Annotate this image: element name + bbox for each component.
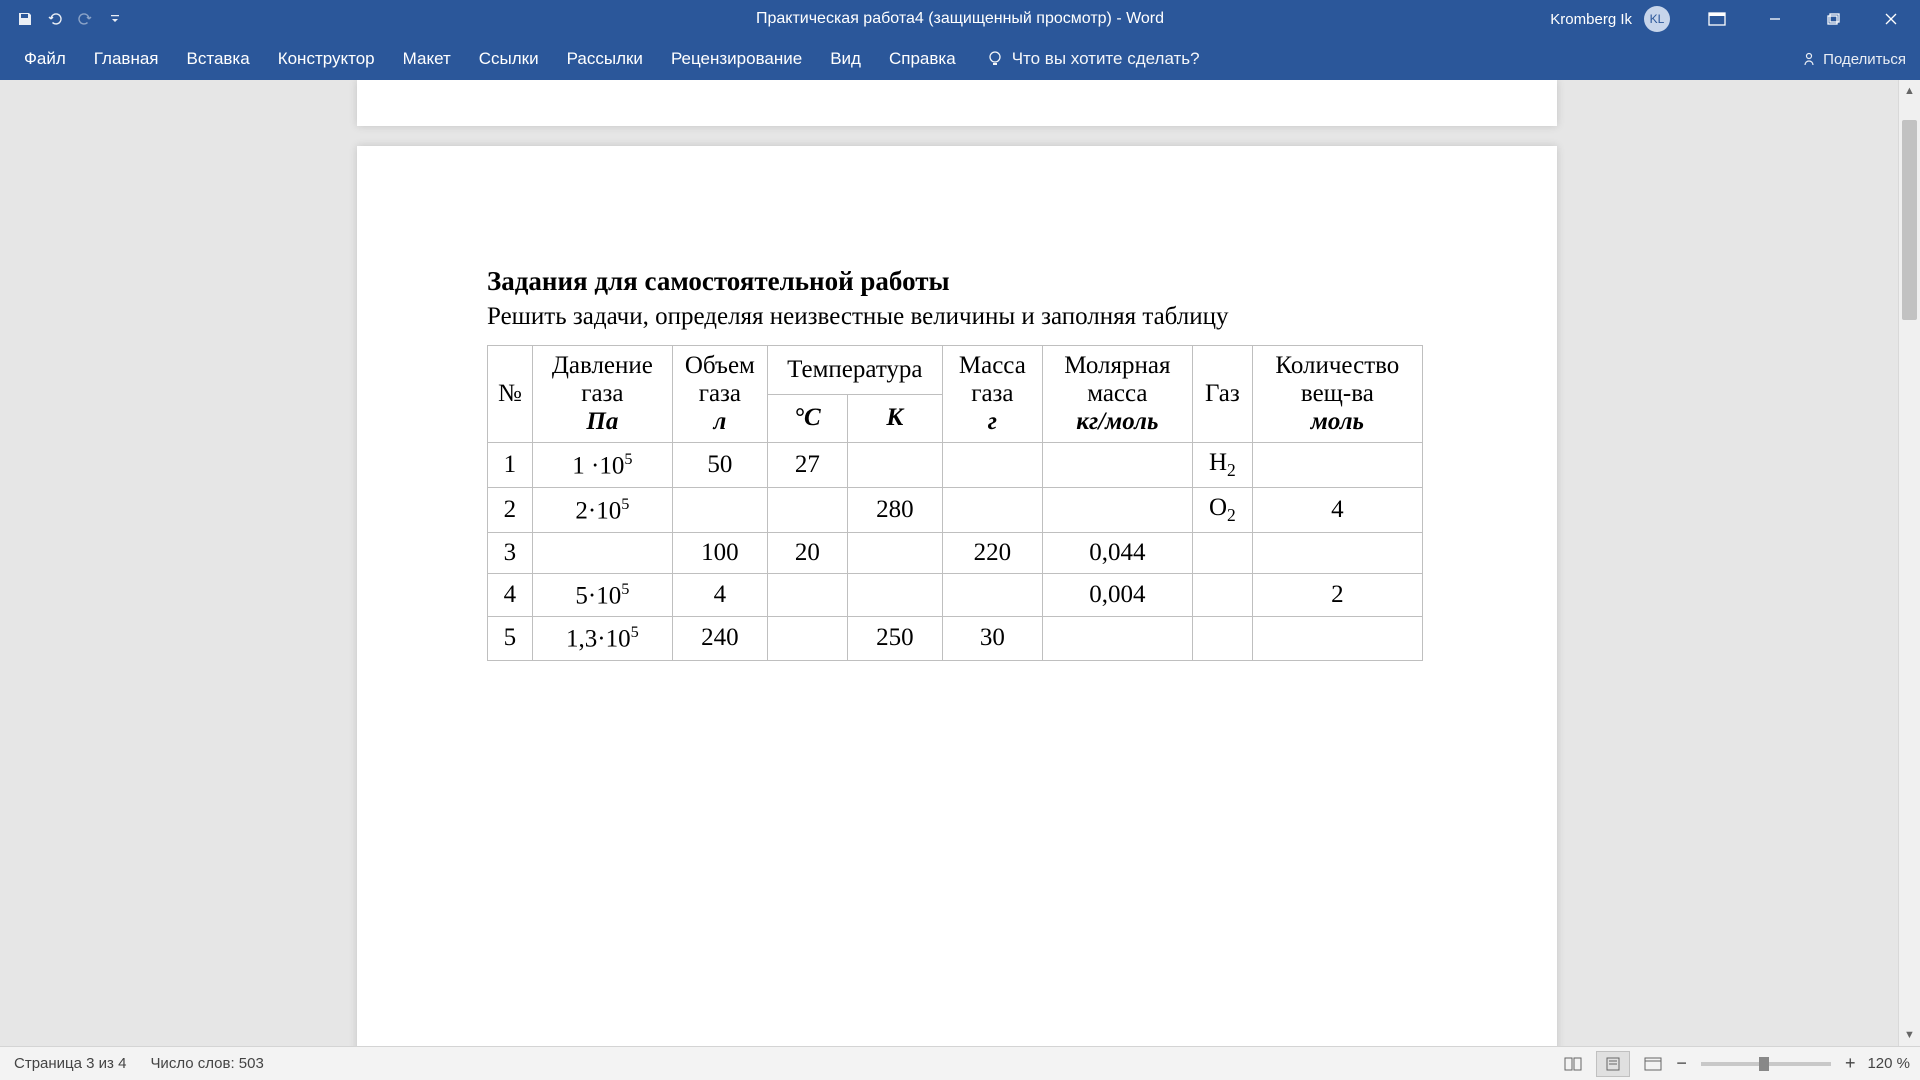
col-temperature: Температура: [767, 346, 942, 395]
window-title: Практическая работа4 (защищенный просмот…: [756, 10, 1164, 28]
vertical-scrollbar[interactable]: ▲ ▼: [1898, 80, 1920, 1046]
tell-me-label: Что вы хотите сделать?: [1012, 49, 1200, 69]
undo-icon[interactable]: [44, 8, 66, 30]
tab-file[interactable]: Файл: [10, 38, 80, 80]
redo-icon[interactable]: [74, 8, 96, 30]
read-mode-icon[interactable]: [1556, 1051, 1590, 1077]
tab-layout[interactable]: Макет: [389, 38, 465, 80]
web-layout-icon[interactable]: [1636, 1051, 1670, 1077]
scroll-down-icon[interactable]: ▼: [1899, 1024, 1920, 1046]
col-pressure: Давление газа Па: [532, 346, 672, 443]
tab-references[interactable]: Ссылки: [465, 38, 553, 80]
col-temp-c: °C: [767, 394, 847, 443]
page-indicator[interactable]: Страница 3 из 4: [14, 1055, 126, 1072]
col-mass: Масса газа г: [942, 346, 1042, 443]
col-amount: Количество вещ-ва моль: [1252, 346, 1422, 443]
print-layout-icon[interactable]: [1596, 1051, 1630, 1077]
word-count[interactable]: Число слов: 503: [150, 1055, 263, 1072]
col-temp-k: К: [847, 394, 942, 443]
col-num: №: [488, 346, 533, 443]
tell-me-search[interactable]: Что вы хотите сделать?: [986, 49, 1200, 69]
data-table: № Давление газа Па Объем газа л Температ…: [487, 345, 1423, 661]
table-row: 22·105280O24: [488, 488, 1423, 533]
tab-view[interactable]: Вид: [816, 38, 875, 80]
col-molar: Молярная масса кг/моль: [1042, 346, 1192, 443]
document-subtitle: Решить задачи, определяя неизвестные вел…: [487, 303, 1427, 331]
tab-mailings[interactable]: Рассылки: [553, 38, 657, 80]
table-row: 45·10540,0042: [488, 574, 1423, 617]
quick-access-toolbar: [0, 8, 126, 30]
tab-home[interactable]: Главная: [80, 38, 173, 80]
table-row: 51,3·10524025030: [488, 617, 1423, 660]
close-button[interactable]: [1862, 0, 1920, 38]
user-name[interactable]: Kromberg Ik: [1550, 11, 1632, 28]
col-gas: Газ: [1192, 346, 1252, 443]
customize-qat-icon[interactable]: [104, 8, 126, 30]
tab-review[interactable]: Рецензирование: [657, 38, 816, 80]
document-page: Задания для самостоятельной работы Решит…: [357, 146, 1557, 1046]
ribbon-display-icon[interactable]: [1688, 0, 1746, 38]
document-heading: Задания для самостоятельной работы: [487, 266, 1427, 297]
zoom-level[interactable]: 120 %: [1867, 1055, 1910, 1072]
share-label: Поделиться: [1823, 51, 1906, 68]
document-canvas[interactable]: Задания для самостоятельной работы Решит…: [0, 80, 1920, 1046]
zoom-handle[interactable]: [1759, 1057, 1769, 1071]
tab-design[interactable]: Конструктор: [264, 38, 389, 80]
share-button[interactable]: Поделиться: [1801, 51, 1906, 68]
status-bar: Страница 3 из 4 Число слов: 503 − + 120 …: [0, 1046, 1920, 1080]
tab-insert[interactable]: Вставка: [173, 38, 264, 80]
user-avatar[interactable]: KL: [1644, 6, 1670, 32]
previous-page-edge: [357, 80, 1557, 126]
lightbulb-icon: [986, 50, 1004, 68]
save-icon[interactable]: [14, 8, 36, 30]
table-row: 11 ·1055027H2: [488, 443, 1423, 488]
maximize-button[interactable]: [1804, 0, 1862, 38]
tab-help[interactable]: Справка: [875, 38, 970, 80]
col-volume: Объем газа л: [672, 346, 767, 443]
scroll-up-icon[interactable]: ▲: [1899, 80, 1920, 102]
share-icon: [1801, 51, 1817, 67]
zoom-in-button[interactable]: +: [1845, 1053, 1856, 1074]
zoom-out-button[interactable]: −: [1676, 1053, 1687, 1074]
table-row: 3100202200,044: [488, 533, 1423, 574]
scrollbar-thumb[interactable]: [1902, 120, 1917, 320]
zoom-slider[interactable]: [1701, 1062, 1831, 1066]
minimize-button[interactable]: [1746, 0, 1804, 38]
title-bar: Практическая работа4 (защищенный просмот…: [0, 0, 1920, 38]
ribbon-tabs: Файл Главная Вставка Конструктор Макет С…: [0, 38, 1920, 80]
